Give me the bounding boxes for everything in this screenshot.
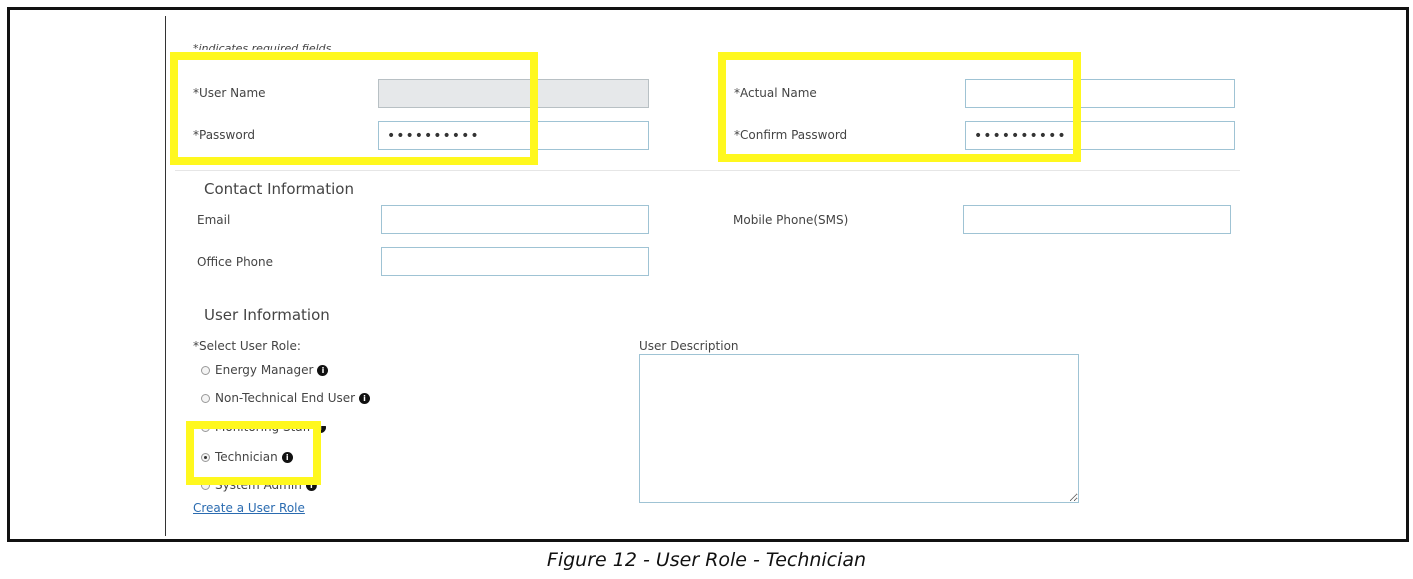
info-icon[interactable]: i (359, 392, 371, 404)
confirm-password-field[interactable] (965, 121, 1235, 150)
role-option-energy-manager[interactable]: Energy Manager i (201, 363, 329, 377)
select-user-role-label: *Select User Role: (193, 339, 301, 353)
office-phone-label: Office Phone (197, 255, 274, 269)
email-label: Email (197, 213, 231, 227)
figure-caption: Figure 12 - User Role - Technician (546, 549, 867, 571)
user-description-label: User Description (639, 339, 739, 353)
contact-section-title: Contact Information (204, 180, 354, 198)
role-option-label: Technician (215, 450, 278, 464)
role-option-label: Non-Technical End User (215, 391, 356, 405)
info-icon[interactable]: i (281, 451, 293, 463)
office-phone-field[interactable] (381, 247, 649, 276)
email-field[interactable] (381, 205, 649, 234)
mobile-phone-field[interactable] (963, 205, 1231, 234)
confirm-password-label: *Confirm Password (734, 128, 848, 142)
role-option-technician[interactable]: Technician i (201, 450, 293, 464)
role-option-non-technical-end-user[interactable]: Non-Technical End User i (201, 391, 371, 405)
radio-icon[interactable] (201, 365, 210, 375)
mobile-phone-label: Mobile Phone(SMS) (733, 213, 849, 227)
password-field[interactable] (378, 121, 649, 150)
user-name-label: *User Name (193, 86, 266, 100)
password-label: *Password (193, 128, 256, 142)
user-info-section-title: User Information (204, 306, 330, 324)
actual-name-field[interactable] (965, 79, 1235, 108)
section-divider (175, 170, 1240, 171)
radio-selected-icon[interactable] (201, 452, 210, 462)
create-user-role-link[interactable]: Create a User Role (193, 501, 305, 515)
role-option-label: Energy Manager (215, 363, 314, 377)
panel-left-border (165, 16, 166, 536)
actual-name-label: *Actual Name (734, 86, 817, 100)
user-description-textarea[interactable] (639, 354, 1079, 503)
user-name-field[interactable] (378, 79, 649, 108)
info-icon[interactable]: i (317, 364, 329, 376)
radio-icon[interactable] (201, 393, 210, 403)
